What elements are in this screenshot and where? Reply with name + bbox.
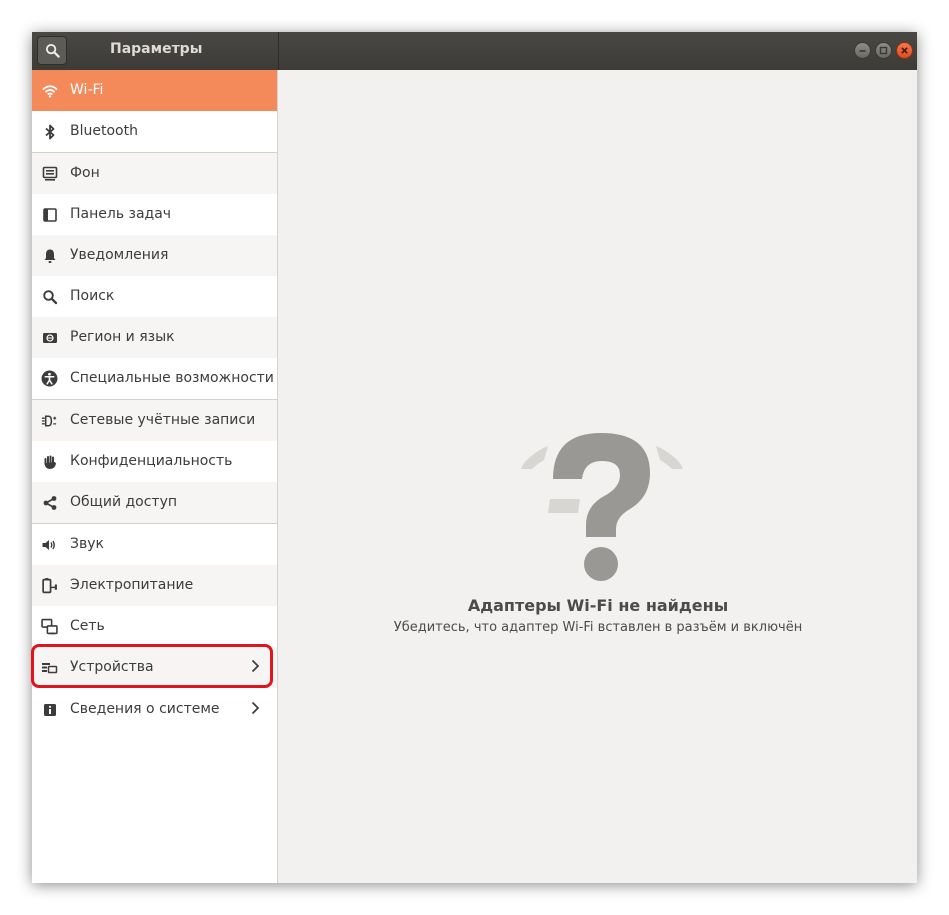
sidebar-item-label: Панель задач — [70, 206, 172, 222]
sidebar-item-power[interactable]: Электропитание — [32, 565, 277, 606]
sidebar-item-label: Сведения о системе — [70, 701, 220, 717]
close-button[interactable] — [896, 42, 913, 59]
sidebar-item-network[interactable]: Сеть — [32, 606, 277, 647]
bluetooth-icon — [41, 123, 58, 140]
sidebar-item-label: Специальные возможности — [70, 370, 274, 386]
minimize-button[interactable] — [854, 42, 871, 59]
sidebar-item-bluetooth[interactable]: Bluetooth — [32, 111, 277, 152]
sidebar-item-label: Конфиденциальность — [70, 453, 233, 469]
info-icon — [41, 701, 58, 718]
sidebar-item-search[interactable]: Поиск — [32, 276, 277, 317]
online-accounts-icon — [41, 412, 58, 429]
maximize-icon — [879, 46, 888, 55]
sidebar-item-wifi[interactable]: Wi-Fi — [32, 70, 277, 111]
chevron-right-icon — [250, 700, 260, 720]
sidebar-item-sound[interactable]: Звук — [32, 524, 277, 565]
region-icon — [41, 329, 58, 346]
sidebar-item-label: Фон — [70, 165, 100, 181]
sidebar-item-label: Регион и язык — [70, 329, 175, 345]
sidebar-item-notifications[interactable]: Уведомления — [32, 235, 277, 276]
sidebar-item-sharing[interactable]: Общий доступ — [32, 482, 277, 523]
sidebar-item-background[interactable]: Фон — [32, 153, 277, 194]
devices-icon — [41, 659, 58, 676]
window-title: Параметры — [110, 41, 203, 57]
empty-state-subtitle: Убедитесь, что адаптер Wi-Fi вставлен в … — [393, 620, 803, 635]
sidebar-item-label: Уведомления — [70, 247, 169, 263]
sidebar-item-accessibility[interactable]: Специальные возможности — [32, 358, 277, 399]
hand-icon — [41, 453, 58, 470]
search-button[interactable] — [37, 36, 67, 65]
sidebar-item-label: Wi-Fi — [70, 82, 104, 98]
close-icon — [901, 47, 908, 54]
search-icon — [45, 43, 60, 58]
main-panel: Адаптеры Wi-Fi не найдены Убедитесь, что… — [279, 70, 917, 883]
bell-icon — [41, 247, 58, 264]
question-mark-icon — [521, 433, 683, 581]
maximize-button[interactable] — [875, 42, 892, 59]
sidebar: Wi-Fi Bluetooth Фон Панель задач Уведомл… — [32, 70, 278, 883]
sidebar-item-dock[interactable]: Панель задач — [32, 194, 277, 235]
speaker-icon — [41, 536, 58, 553]
share-icon — [41, 494, 58, 511]
wifi-icon — [41, 82, 58, 99]
dock-icon — [41, 206, 58, 223]
sidebar-item-region[interactable]: Регион и язык — [32, 317, 277, 358]
sidebar-item-label: Поиск — [70, 288, 115, 304]
background-icon — [41, 165, 58, 182]
minimize-icon — [859, 50, 866, 52]
search-icon — [41, 288, 58, 305]
sidebar-item-privacy[interactable]: Конфиденциальность — [32, 441, 277, 482]
sidebar-item-details[interactable]: Сведения о системе — [32, 689, 277, 730]
network-icon — [41, 618, 58, 635]
title-bar-left: Параметры — [32, 32, 279, 70]
sidebar-item-online-accounts[interactable]: Сетевые учётные записи — [32, 400, 277, 441]
settings-window: Параметры Wi-Fi Bluetooth Фон Панель зад… — [32, 32, 917, 883]
sidebar-item-label: Сеть — [70, 618, 105, 634]
sidebar-item-label: Сетевые учётные записи — [70, 412, 256, 428]
sidebar-item-label: Звук — [70, 536, 104, 552]
chevron-right-icon — [250, 658, 260, 678]
sidebar-item-devices[interactable]: Устройства — [32, 647, 277, 688]
empty-state-title: Адаптеры Wi-Fi не найдены — [467, 596, 729, 615]
sidebar-item-label: Электропитание — [70, 577, 194, 593]
accessibility-icon — [41, 370, 58, 387]
sidebar-item-label: Bluetooth — [70, 123, 138, 139]
sidebar-item-label: Устройства — [70, 659, 154, 675]
title-bar: Параметры — [32, 32, 917, 70]
sidebar-item-label: Общий доступ — [70, 494, 178, 510]
power-icon — [41, 577, 58, 594]
